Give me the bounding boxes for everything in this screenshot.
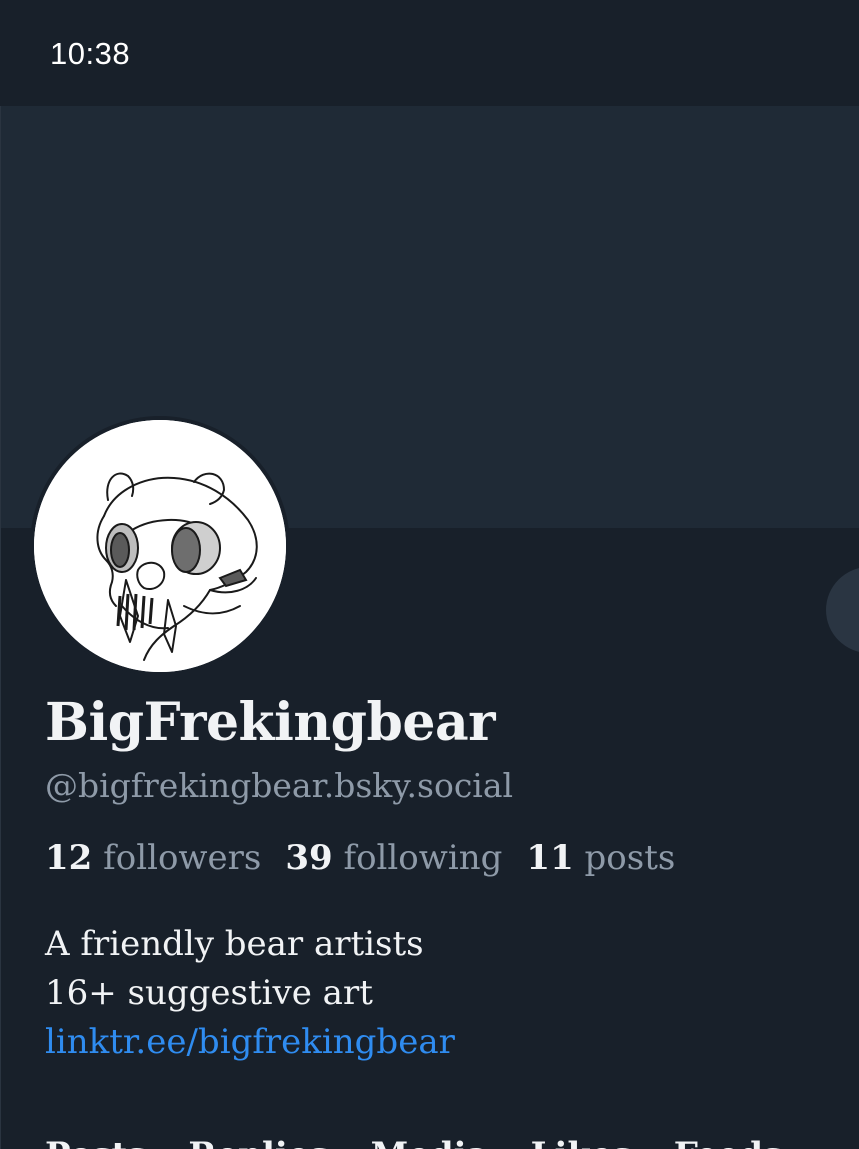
profile-stats: 12 followers 39 following 11 posts (45, 838, 675, 878)
following-stat[interactable]: 39 following (285, 838, 502, 878)
followers-stat[interactable]: 12 followers (45, 838, 261, 878)
status-bar: 10:38 (0, 0, 859, 106)
bio-line: 16+ suggestive art (45, 973, 373, 1013)
profile-handle: @bigfrekingbear.bsky.social (45, 766, 514, 805)
followers-label: followers (103, 838, 262, 878)
posts-stat: 11 posts (526, 838, 675, 878)
bio-line: A friendly bear artists (45, 924, 424, 964)
status-time: 10:38 (50, 36, 131, 71)
bear-skull-drawing (34, 420, 286, 672)
display-name: BigFrekingbear (45, 692, 496, 753)
profile-screen: 10:38 BigFrekingbear @bigfrekingbear.bsk… (0, 0, 859, 1149)
avatar[interactable] (34, 420, 286, 672)
profile-bio: A friendly bear artists 16+ suggestive a… (45, 920, 455, 1067)
following-label: following (343, 838, 503, 878)
tab-posts[interactable]: Posts (45, 1135, 146, 1149)
divider (0, 106, 1, 1149)
tab-media[interactable]: Media (371, 1135, 489, 1149)
following-count: 39 (285, 838, 333, 878)
tab-replies[interactable]: Replies (188, 1135, 328, 1149)
tab-likes[interactable]: Likes (531, 1135, 632, 1149)
posts-label: posts (584, 838, 676, 878)
edge-action-button[interactable] (826, 567, 859, 653)
followers-count: 12 (45, 838, 93, 878)
profile-tabs: Posts Replies Media Likes Feeds (45, 1135, 782, 1149)
bio-link[interactable]: linktr.ee/bigfrekingbear (45, 1018, 455, 1067)
tab-feeds[interactable]: Feeds (674, 1135, 782, 1149)
posts-count: 11 (526, 838, 574, 878)
